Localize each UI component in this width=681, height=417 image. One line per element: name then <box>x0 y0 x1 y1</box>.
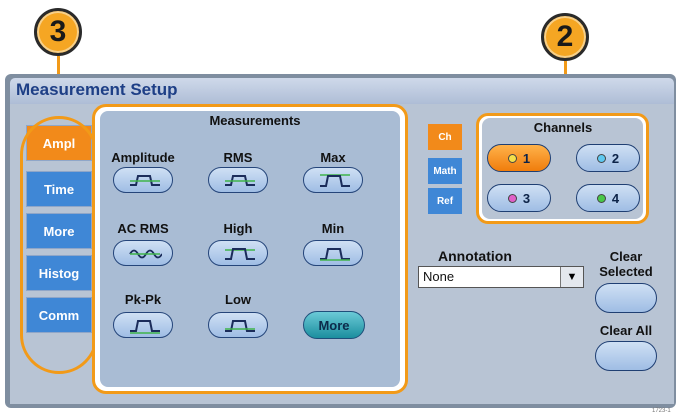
channel-2-color-icon <box>596 153 606 163</box>
low-waveform-icon <box>225 320 255 332</box>
min-button[interactable] <box>303 240 363 266</box>
amplitude-button[interactable] <box>113 167 173 193</box>
clear-selected-label: Clear Selected <box>599 249 653 279</box>
channel-4-button[interactable]: 4 <box>576 184 640 212</box>
measurements-heading: Measurements <box>209 113 301 128</box>
measurement-label-ac-rms: AC RMS <box>117 221 169 236</box>
source-tab-math[interactable]: Math <box>428 158 462 184</box>
channel-1-label: 1 <box>522 150 531 166</box>
pk-pk-waveform-icon <box>130 320 160 334</box>
ac-rms-waveform-icon <box>129 249 162 259</box>
pk-pk-button[interactable] <box>113 312 173 338</box>
channel-2-label: 2 <box>611 150 620 166</box>
channel-4-label: 4 <box>611 190 620 206</box>
figure-id: 1723-1 <box>652 408 671 414</box>
ac-rms-button[interactable] <box>113 240 173 266</box>
window-title: Measurement Setup <box>16 80 178 99</box>
channel-3-color-icon <box>507 193 517 203</box>
dropdown-arrow-icon[interactable]: ▼ <box>560 267 583 287</box>
measurement-label-rms: RMS <box>223 150 253 165</box>
channel-1-button[interactable]: 1 <box>487 144 551 172</box>
channel-4-color-icon <box>596 193 606 203</box>
low-button[interactable] <box>208 312 268 338</box>
clear-all-button[interactable] <box>595 341 657 371</box>
source-tab-ch[interactable]: Ch <box>428 124 462 150</box>
source-tab-ref[interactable]: Ref <box>428 188 462 214</box>
measurement-label-high: High <box>223 221 253 236</box>
more-measurements-button[interactable]: More <box>303 311 365 339</box>
amplitude-waveform-icon <box>130 175 160 186</box>
high-button[interactable] <box>208 240 268 266</box>
measurement-label-low: Low <box>225 292 251 307</box>
measurement-label-amplitude: Amplitude <box>111 150 175 165</box>
channel-1-color-icon <box>507 153 517 163</box>
measurement-label-max: Max <box>320 150 346 165</box>
max-button[interactable] <box>303 167 363 193</box>
min-waveform-icon <box>320 248 350 261</box>
annotation-value: None <box>423 269 455 284</box>
callout-2-badge: 2 <box>541 13 589 61</box>
annotation-label: Annotation <box>438 248 512 264</box>
callout-3-badge: 3 <box>34 8 82 56</box>
clear-selected-button[interactable] <box>595 283 657 313</box>
channel-3-button[interactable]: 3 <box>487 184 551 212</box>
tabs-highlight-outline <box>20 116 98 374</box>
annotation-select[interactable]: None ▼ <box>418 266 584 288</box>
measurement-label-pk-pk: Pk-Pk <box>124 292 162 307</box>
channels-heading: Channels <box>533 120 593 135</box>
rms-waveform-icon <box>225 175 255 186</box>
clear-all-label: Clear All <box>599 323 653 338</box>
high-waveform-icon <box>225 248 255 260</box>
measurement-label-min: Min <box>321 221 345 236</box>
rms-button[interactable] <box>208 167 268 193</box>
channel-2-button[interactable]: 2 <box>576 144 640 172</box>
channel-3-label: 3 <box>522 190 531 206</box>
max-waveform-icon <box>320 174 350 187</box>
